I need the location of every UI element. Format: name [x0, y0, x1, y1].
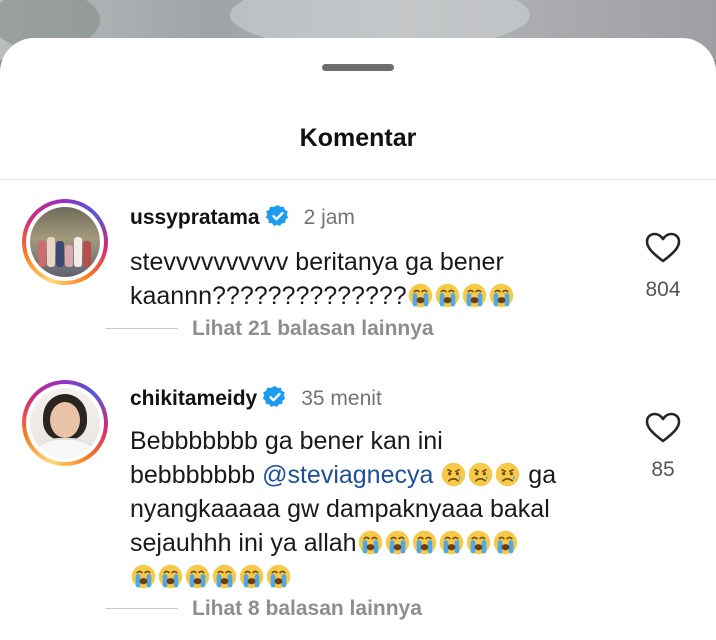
- crying-face-emoji-icon: [358, 530, 383, 555]
- crying-face-emoji-icon: [239, 564, 264, 589]
- view-replies-button[interactable]: Lihat 21 balasan lainnya: [192, 317, 434, 341]
- crying-face-emoji-icon: [385, 530, 410, 555]
- crying-face-emoji-icon: [489, 283, 514, 308]
- mention-link[interactable]: @steviagnecya: [262, 461, 433, 489]
- crying-face-emoji-icon: [466, 530, 491, 555]
- crying-face-emoji-icon: [493, 530, 518, 555]
- crying-face-emoji-icon: [412, 530, 437, 555]
- comment-text-line: Bebbbbbbb ga bener kan ini: [130, 427, 443, 455]
- drag-handle[interactable]: [322, 64, 394, 71]
- avatar-story-ring[interactable]: [22, 380, 108, 466]
- crying-face-emoji-icon: [439, 530, 464, 555]
- comment-text-line: [130, 560, 600, 594]
- crying-face-emoji-icon: [462, 283, 487, 308]
- username[interactable]: chikitameidy: [130, 387, 257, 410]
- comment-text-line: sejauhhh ini ya allah: [130, 526, 600, 560]
- avatar: [30, 388, 100, 458]
- like-count: 804: [645, 278, 681, 301]
- comment-time: 2 jam: [303, 206, 355, 229]
- comment-text-line: nyangkaaaaa gw dampaknyaaa bakal: [130, 495, 550, 523]
- verified-badge-icon: [266, 204, 290, 228]
- crying-face-emoji-icon: [158, 564, 183, 589]
- avatar-story-ring[interactable]: [22, 199, 108, 285]
- crying-face-emoji-icon: [212, 564, 237, 589]
- crying-face-emoji-icon: [131, 564, 156, 589]
- comment-text-line: stevvvvvvvvvv beritanya ga bener: [130, 248, 504, 276]
- comment-text: Bebbbbbbb ga bener kan ini bebbbbbbb @st…: [130, 424, 600, 594]
- avatar: [30, 207, 100, 277]
- view-replies-button[interactable]: Lihat 8 balasan lainnya: [192, 597, 422, 621]
- crying-face-emoji-icon: [185, 564, 210, 589]
- sad-tear-face-emoji-icon: [495, 462, 520, 487]
- sheet-title: Komentar: [299, 124, 417, 152]
- like-count: 85: [651, 458, 675, 481]
- username[interactable]: ussypratama: [130, 206, 260, 229]
- sad-tear-face-emoji-icon: [468, 462, 493, 487]
- comment-time: 35 menit: [301, 387, 382, 410]
- header-divider: [0, 179, 716, 180]
- comment-header: ussypratama 2 jam: [130, 204, 355, 230]
- crying-face-emoji-icon: [408, 283, 433, 308]
- replies-line: [106, 608, 178, 609]
- crying-face-emoji-icon: [266, 564, 291, 589]
- replies-line: [106, 328, 178, 329]
- comment-text-line: kaannn??????????????: [130, 279, 600, 313]
- like-heart-icon[interactable]: [645, 232, 681, 264]
- comment-text-line: bebbbbbbb @steviagnecya ga: [130, 461, 557, 489]
- comment-text: stevvvvvvvvvv beritanya ga bener kaannn?…: [130, 245, 600, 313]
- verified-badge-icon: [263, 385, 287, 409]
- sad-tear-face-emoji-icon: [441, 462, 466, 487]
- comment-header: chikitameidy 35 menit: [130, 385, 382, 411]
- like-heart-icon[interactable]: [645, 412, 681, 444]
- crying-face-emoji-icon: [435, 283, 460, 308]
